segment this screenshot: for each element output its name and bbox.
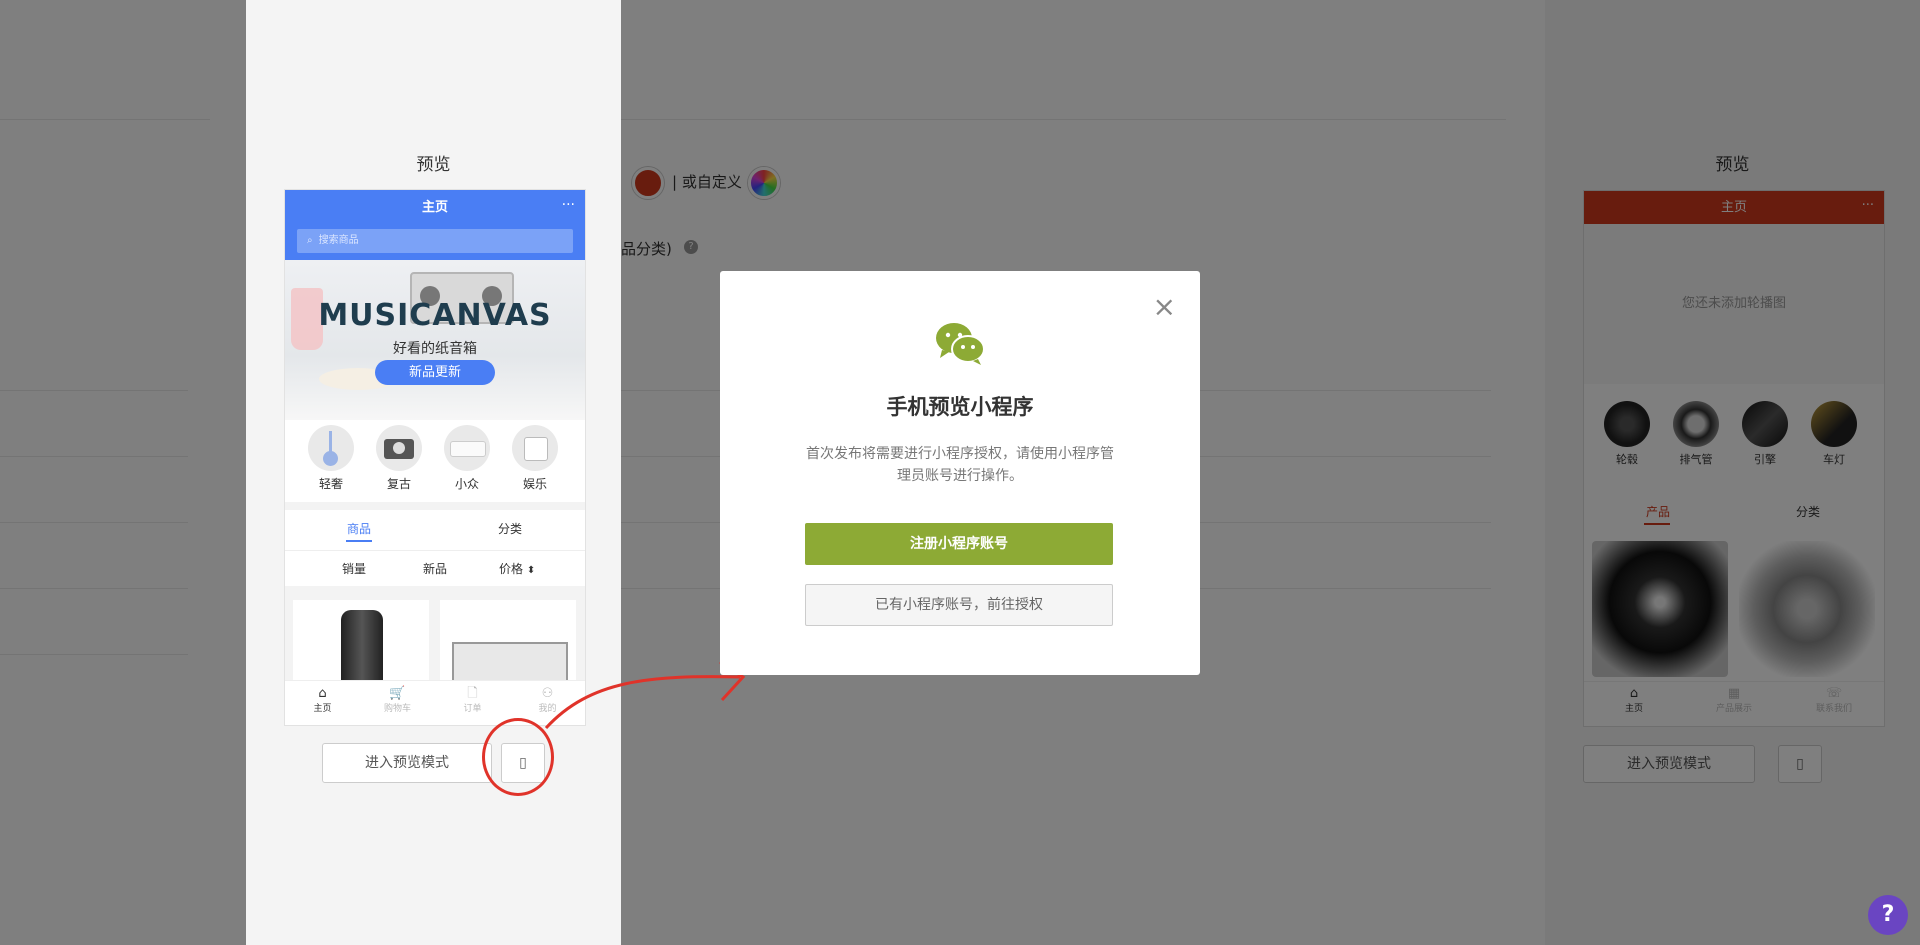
enter-preview-button[interactable]: 进入预览模式	[322, 743, 492, 783]
sort-price[interactable]: 价格 ⬍	[499, 560, 535, 577]
search-input[interactable]: ⌕ 搜索商品	[297, 229, 573, 253]
sort-arrows-icon: ⬍	[526, 565, 536, 576]
banner-carousel[interactable]: MUSICANVAS 好看的纸音箱 新品更新	[285, 260, 585, 420]
nav-label: 主页	[313, 704, 332, 714]
search-placeholder: 搜索商品	[318, 235, 359, 246]
camera-icon	[376, 425, 422, 471]
category-label: 复古	[386, 477, 411, 491]
divider	[285, 586, 585, 594]
mini-program-preview-dialog: × 手机预览小程序 首次发布将需要进行小程序授权，请使用小程序管理员账号进行操作…	[720, 271, 1200, 675]
dialog-description: 首次发布将需要进行小程序授权，请使用小程序管理员账号进行操作。	[806, 446, 1114, 484]
cart-icon: 🛒	[389, 686, 406, 701]
category-item[interactable]: 轻奢	[301, 425, 361, 492]
category-label: 小众	[454, 477, 479, 491]
search-icon: ⌕	[307, 235, 313, 246]
category-item[interactable]: 娱乐	[505, 425, 565, 492]
highlighted-preview-panel: 预览 主页 ··· ⌕ 搜索商品 MUSICANVAS 好看的纸音箱 新品更新 轻…	[246, 0, 621, 945]
close-icon[interactable]: ×	[1153, 293, 1176, 321]
nav-label: 购物车	[383, 704, 411, 714]
product-image	[341, 610, 383, 680]
authorize-existing-account-button[interactable]: 已有小程序账号，前往授权	[805, 584, 1113, 626]
category-item[interactable]: 小众	[437, 425, 497, 492]
nav-label: 订单	[463, 704, 482, 714]
preview-title: 预览	[416, 155, 451, 175]
phone-header-title: 主页	[285, 190, 585, 225]
document-icon: 🗋	[467, 686, 478, 701]
banner-button[interactable]: 新品更新	[375, 360, 495, 385]
wechat-logo-icon	[936, 323, 985, 365]
divider	[285, 502, 585, 510]
product-card[interactable]	[293, 600, 429, 680]
home-icon: ⌂	[318, 686, 327, 701]
tab-category[interactable]: 分类	[498, 520, 522, 537]
nav-home[interactable]: ⌂ 主页	[285, 686, 360, 714]
banner-subtitle: 好看的纸音箱	[393, 341, 477, 357]
tab-goods[interactable]: 商品	[347, 520, 371, 537]
search-bar-area: ⌕ 搜索商品	[285, 225, 585, 260]
divider	[285, 550, 585, 551]
sort-sales[interactable]: 销量	[342, 560, 366, 577]
tab-underline	[346, 540, 372, 542]
category-label: 轻奢	[318, 477, 343, 491]
appliance-icon	[512, 425, 558, 471]
sort-new[interactable]: 新品	[423, 560, 447, 577]
sort-price-label: 价格	[499, 562, 524, 576]
banner-title: MUSICANVAS	[318, 298, 552, 333]
category-label: 娱乐	[522, 477, 547, 491]
nav-cart[interactable]: 🛒 购物车	[360, 686, 435, 714]
nav-orders[interactable]: 🗋 订单	[435, 686, 510, 714]
air-conditioner-icon	[444, 425, 490, 471]
register-mini-program-button[interactable]: 注册小程序账号	[805, 523, 1113, 565]
dialog-title: 手机预览小程序	[886, 395, 1034, 419]
category-item[interactable]: 复古	[369, 425, 429, 492]
help-button[interactable]: ?	[1868, 895, 1908, 935]
more-icon: ···	[561, 197, 575, 213]
lamp-icon	[308, 425, 354, 471]
